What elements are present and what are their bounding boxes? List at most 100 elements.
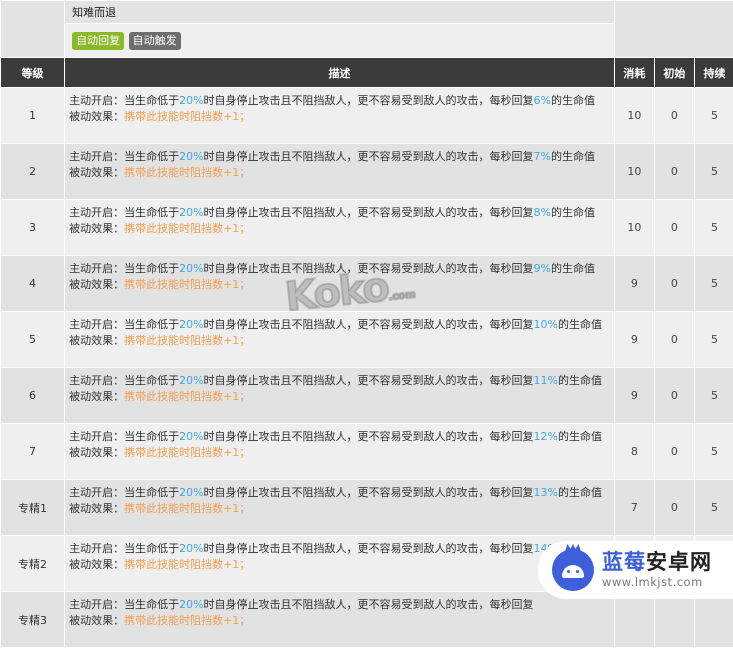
active-effect-line: 主动开启：当生命低于20%时自身停止攻击且不阻挡敌人，更不容易受到敌人的攻击，每…: [69, 149, 614, 165]
active-effect-line: 主动开启：当生命低于20%时自身停止攻击且不阻挡敌人，更不容易受到敌人的攻击，每…: [69, 205, 614, 221]
level-cell: 6: [1, 368, 65, 424]
heal-percent: 10%: [534, 318, 558, 331]
skill-tags: 自动回复 自动触发: [65, 24, 615, 58]
duration-cell: 5: [694, 424, 733, 480]
description-cell: 主动开启：当生命低于20%时自身停止攻击且不阻挡敌人，更不容易受到敌人的攻击，每…: [65, 312, 615, 368]
active-suffix: 的生命值: [558, 430, 602, 443]
duration-cell: 5: [694, 480, 733, 536]
hp-threshold: 20%: [179, 486, 203, 499]
passive-label: 被动效果：: [69, 278, 124, 291]
heal-percent: 6%: [534, 94, 551, 107]
active-prefix: 主动开启：当生命低于: [69, 486, 179, 499]
passive-text: 携带此技能时阻挡数+1；: [124, 222, 250, 235]
initial-cell: 0: [654, 88, 694, 144]
active-effect-line: 主动开启：当生命低于20%时自身停止攻击且不阻挡敌人，更不容易受到敌人的攻击，每…: [69, 485, 614, 501]
brand-title-part2: 安卓网: [646, 550, 712, 574]
passive-effect-line: 被动效果：携带此技能时阻挡数+1；: [69, 501, 614, 517]
initial-cell: [654, 592, 694, 648]
passive-effect-line: 被动效果：携带此技能时阻挡数+1；: [69, 445, 614, 461]
active-middle: 时自身停止攻击且不阻挡敌人，更不容易受到敌人的攻击，每秒回复: [204, 598, 534, 611]
active-middle: 时自身停止攻击且不阻挡敌人，更不容易受到敌人的攻击，每秒回复: [204, 150, 534, 163]
passive-text: 携带此技能时阻挡数+1；: [124, 166, 250, 179]
active-effect-line: 主动开启：当生命低于20%时自身停止攻击且不阻挡敌人，更不容易受到敌人的攻击，每…: [69, 429, 614, 445]
brand-badge[interactable]: 蓝莓安卓网 www.lmkjst.com: [538, 541, 733, 599]
description-cell: 主动开启：当生命低于20%时自身停止攻击且不阻挡敌人，更不容易受到敌人的攻击，每…: [65, 88, 615, 144]
description-cell: 主动开启：当生命低于20%时自身停止攻击且不阻挡敌人，更不容易受到敌人的攻击，每…: [65, 256, 615, 312]
description-cell: 主动开启：当生命低于20%时自身停止攻击且不阻挡敌人，更不容易受到敌人的攻击，每…: [65, 536, 615, 592]
cost-cell: 10: [614, 88, 654, 144]
tag-auto-trigger: 自动触发: [129, 32, 181, 50]
active-suffix: 的生命值: [558, 486, 602, 499]
table-row: 4主动开启：当生命低于20%时自身停止攻击且不阻挡敌人，更不容易受到敌人的攻击，…: [1, 256, 733, 312]
initial-cell: 0: [654, 144, 694, 200]
hp-threshold: 20%: [179, 598, 203, 611]
passive-text: 携带此技能时阻挡数+1；: [124, 110, 250, 123]
level-cell: 5: [1, 312, 65, 368]
passive-text: 携带此技能时阻挡数+1；: [124, 614, 250, 627]
brand-title: 蓝莓安卓网: [602, 552, 712, 573]
active-effect-line: 主动开启：当生命低于20%时自身停止攻击且不阻挡敌人，更不容易受到敌人的攻击，每…: [69, 373, 614, 389]
active-prefix: 主动开启：当生命低于: [69, 318, 179, 331]
hp-threshold: 20%: [179, 206, 203, 219]
hp-threshold: 20%: [179, 94, 203, 107]
active-prefix: 主动开启：当生命低于: [69, 206, 179, 219]
brand-title-part1: 蓝莓: [602, 550, 646, 574]
active-suffix: 的生命值: [551, 262, 595, 275]
active-prefix: 主动开启：当生命低于: [69, 542, 179, 555]
header-description: 描述: [65, 58, 615, 88]
duration-cell: 5: [694, 368, 733, 424]
table-row: 3主动开启：当生命低于20%时自身停止攻击且不阻挡敌人，更不容易受到敌人的攻击，…: [1, 200, 733, 256]
heal-percent: 9%: [534, 262, 551, 275]
hp-threshold: 20%: [179, 318, 203, 331]
active-effect-line: 主动开启：当生命低于20%时自身停止攻击且不阻挡敌人，更不容易受到敌人的攻击，每…: [69, 541, 614, 557]
passive-text: 携带此技能时阻挡数+1；: [124, 558, 250, 571]
active-suffix: 的生命值: [558, 374, 602, 387]
passive-label: 被动效果：: [69, 222, 124, 235]
cost-cell: 8: [614, 424, 654, 480]
initial-cell: 0: [654, 256, 694, 312]
active-suffix: 的生命值: [551, 94, 595, 107]
level-cell: 4: [1, 256, 65, 312]
passive-effect-line: 被动效果：携带此技能时阻挡数+1；: [69, 277, 614, 293]
active-middle: 时自身停止攻击且不阻挡敌人，更不容易受到敌人的攻击，每秒回复: [204, 318, 534, 331]
header-duration: 持续: [694, 58, 733, 88]
active-middle: 时自身停止攻击且不阻挡敌人，更不容易受到敌人的攻击，每秒回复: [204, 206, 534, 219]
table-row: 7主动开启：当生命低于20%时自身停止攻击且不阻挡敌人，更不容易受到敌人的攻击，…: [1, 424, 733, 480]
duration-cell: 5: [694, 200, 733, 256]
active-effect-line: 主动开启：当生命低于20%时自身停止攻击且不阻挡敌人，更不容易受到敌人的攻击，每…: [69, 261, 614, 277]
top-left-blank: [1, 1, 65, 58]
passive-text: 携带此技能时阻挡数+1；: [124, 334, 250, 347]
cost-cell: 7: [614, 480, 654, 536]
duration-cell: 5: [694, 144, 733, 200]
passive-label: 被动效果：: [69, 110, 124, 123]
active-effect-line: 主动开启：当生命低于20%时自身停止攻击且不阻挡敌人，更不容易受到敌人的攻击，每…: [69, 317, 614, 333]
active-prefix: 主动开启：当生命低于: [69, 430, 179, 443]
duration-cell: 5: [694, 88, 733, 144]
heal-percent: 8%: [534, 206, 551, 219]
initial-cell: 0: [654, 424, 694, 480]
passive-effect-line: 被动效果：携带此技能时阻挡数+1；: [69, 333, 614, 349]
passive-effect-line: 被动效果：携带此技能时阻挡数+1；: [69, 165, 614, 181]
passive-label: 被动效果：: [69, 502, 124, 515]
active-middle: 时自身停止攻击且不阻挡敌人，更不容易受到敌人的攻击，每秒回复: [204, 262, 534, 275]
top-right-blank: [614, 1, 733, 58]
initial-cell: 0: [654, 368, 694, 424]
active-middle: 时自身停止攻击且不阻挡敌人，更不容易受到敌人的攻击，每秒回复: [204, 486, 534, 499]
active-prefix: 主动开启：当生命低于: [69, 374, 179, 387]
description-cell: 主动开启：当生命低于20%时自身停止攻击且不阻挡敌人，更不容易受到敌人的攻击，每…: [65, 480, 615, 536]
heal-percent: 13%: [534, 486, 558, 499]
passive-effect-line: 被动效果：携带此技能时阻挡数+1；: [69, 389, 614, 405]
heal-percent: 11%: [534, 374, 558, 387]
level-cell: 3: [1, 200, 65, 256]
hp-threshold: 20%: [179, 430, 203, 443]
cost-cell: 9: [614, 368, 654, 424]
hp-threshold: 20%: [179, 150, 203, 163]
table-row: 专精3主动开启：当生命低于20%时自身停止攻击且不阻挡敌人，更不容易受到敌人的攻…: [1, 592, 733, 648]
passive-effect-line: 被动效果：携带此技能时阻挡数+1；: [69, 557, 614, 573]
level-cell: 1: [1, 88, 65, 144]
passive-effect-line: 被动效果：携带此技能时阻挡数+1；: [69, 613, 614, 629]
table-row: 2主动开启：当生命低于20%时自身停止攻击且不阻挡敌人，更不容易受到敌人的攻击，…: [1, 144, 733, 200]
passive-label: 被动效果：: [69, 446, 124, 459]
heal-percent: 12%: [534, 430, 558, 443]
hp-threshold: 20%: [179, 542, 203, 555]
